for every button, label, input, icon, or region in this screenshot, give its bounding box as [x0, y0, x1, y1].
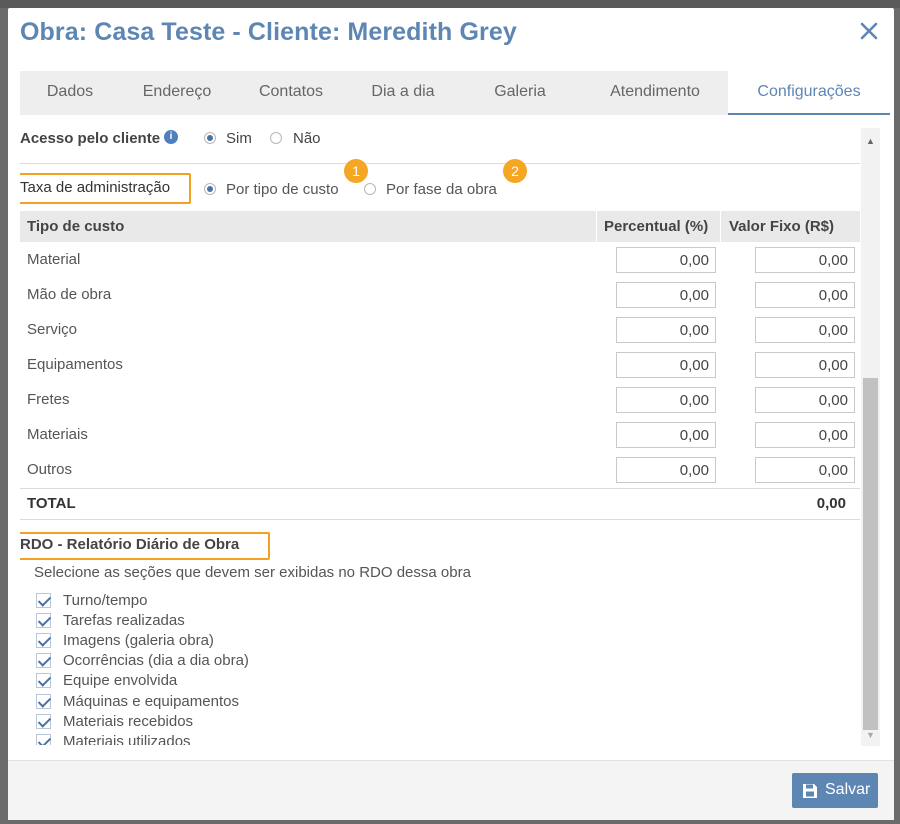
callout-badge-1: 1: [344, 159, 368, 183]
cost-type-name: Outros: [27, 461, 73, 478]
fixed-value-input[interactable]: [755, 387, 855, 413]
cost-type-name: Equipamentos: [27, 356, 123, 373]
percent-input[interactable]: [616, 282, 716, 308]
total-label: TOTAL: [27, 495, 76, 512]
fixed-value-input[interactable]: [755, 457, 855, 483]
save-button-label: Salvar: [825, 781, 871, 798]
modal-footer: Salvar: [8, 760, 894, 820]
rdo-checkbox-label: Ocorrências (dia a dia obra): [63, 652, 249, 669]
cost-type-name: Fretes: [27, 391, 70, 408]
col-cost-type: Tipo de custo: [27, 218, 125, 235]
rdo-section-subtitle: Selecione as seções que devem ser exibid…: [34, 564, 471, 581]
percent-input[interactable]: [616, 457, 716, 483]
floppy-disk-icon: [802, 783, 818, 804]
table-row: Serviço: [20, 313, 860, 348]
rdo-checkbox-label: Turno/tempo: [63, 592, 148, 609]
section-divider: [20, 163, 860, 164]
rdo-checkbox[interactable]: [36, 653, 51, 668]
tab-dados[interactable]: Dados: [20, 71, 120, 115]
scroll-down-arrow-icon[interactable]: ▼: [861, 726, 880, 744]
config-content: Acesso pelo cliente i Sim Não Taxa de ad…: [20, 123, 868, 745]
fee-by-phase-radio[interactable]: [364, 183, 376, 195]
fixed-value-input[interactable]: [755, 352, 855, 378]
total-row: TOTAL 0,00: [20, 488, 860, 520]
admin-fee-label: Taxa de administração: [20, 179, 171, 196]
tab-galeria[interactable]: Galeria: [458, 71, 582, 115]
fixed-value-input[interactable]: [755, 282, 855, 308]
rdo-checkbox[interactable]: [36, 673, 51, 688]
fixed-value-input[interactable]: [755, 247, 855, 273]
rdo-section-title: RDO - Relatório Diário de Obra: [20, 536, 240, 553]
cost-type-name: Material: [27, 251, 81, 268]
access-no-radio[interactable]: [270, 132, 282, 144]
total-value: 0,00: [816, 495, 846, 512]
col-fixed-value: Valor Fixo (R$): [729, 218, 835, 235]
table-row: Material: [20, 243, 860, 278]
col-separator: [596, 211, 597, 242]
rdo-checkbox[interactable]: [36, 694, 51, 709]
obra-modal: Obra: Casa Teste - Cliente: Meredith Gre…: [8, 8, 894, 820]
total-divider-bottom: [20, 519, 860, 520]
rdo-checkbox-label: Tarefas realizadas: [63, 612, 185, 629]
percent-input[interactable]: [616, 247, 716, 273]
access-yes-label: Sim: [226, 130, 252, 147]
rdo-checkbox-label: Materiais recebidos: [63, 713, 194, 730]
col-separator: [720, 211, 721, 242]
fixed-value-input[interactable]: [755, 422, 855, 448]
rdo-checkbox[interactable]: [36, 734, 51, 745]
percent-input[interactable]: [616, 422, 716, 448]
rdo-checkbox-label: Imagens (galeria obra): [63, 632, 214, 649]
access-yes-radio[interactable]: [204, 132, 216, 144]
rdo-checkbox-label: Máquinas e equipamentos: [63, 693, 239, 710]
table-row: Mão de obra: [20, 278, 860, 313]
table-row: Fretes: [20, 383, 860, 418]
scroll-up-arrow-icon[interactable]: ▲: [861, 132, 880, 150]
fee-by-cost-type-label: Por tipo de custo: [226, 181, 339, 198]
callout-badge-2: 2: [503, 159, 527, 183]
cost-type-name: Materiais: [27, 426, 88, 443]
content-scrollbar[interactable]: ▲ ▼: [861, 128, 880, 746]
table-row: Equipamentos: [20, 348, 860, 383]
cost-type-name: Serviço: [27, 321, 78, 338]
close-icon[interactable]: [858, 20, 880, 42]
tab-contatos[interactable]: Contatos: [234, 71, 348, 115]
scrollbar-thumb[interactable]: [863, 378, 878, 730]
save-button[interactable]: Salvar: [792, 773, 878, 808]
fee-by-phase-label: Por fase da obra: [386, 181, 497, 198]
modal-title: Obra: Casa Teste - Cliente: Meredith Gre…: [20, 18, 517, 46]
rdo-checkbox-label: Materiais utilizados: [63, 733, 191, 745]
rdo-checkbox-label: Equipe envolvida: [63, 672, 178, 689]
modal-header: Obra: Casa Teste - Cliente: Meredith Gre…: [8, 8, 894, 70]
rdo-checkbox[interactable]: [36, 593, 51, 608]
tab-endereco[interactable]: Endereço: [120, 71, 234, 115]
table-row: Materiais: [20, 418, 860, 453]
tab-dia-a-dia[interactable]: Dia a dia: [348, 71, 458, 115]
info-icon[interactable]: i: [164, 130, 178, 144]
rdo-checkbox[interactable]: [36, 633, 51, 648]
tab-atendimento[interactable]: Atendimento: [582, 71, 728, 115]
rdo-checkbox[interactable]: [36, 714, 51, 729]
client-access-row: Acesso pelo cliente i Sim Não: [20, 125, 860, 151]
client-access-label: Acesso pelo cliente: [20, 130, 161, 147]
col-percent: Percentual (%): [604, 218, 709, 235]
background-overlay: [0, 0, 900, 8]
fee-by-cost-type-radio[interactable]: [204, 183, 216, 195]
percent-input[interactable]: [616, 352, 716, 378]
rdo-checkbox[interactable]: [36, 613, 51, 628]
tab-configuracoes[interactable]: Configurações: [728, 71, 890, 115]
percent-input[interactable]: [616, 387, 716, 413]
fixed-value-input[interactable]: [755, 317, 855, 343]
percent-input[interactable]: [616, 317, 716, 343]
tab-bar: Dados Endereço Contatos Dia a dia Galeri…: [20, 71, 890, 115]
cost-type-name: Mão de obra: [27, 286, 112, 303]
access-no-label: Não: [293, 130, 321, 147]
cost-table-header: Tipo de custo Percentual (%) Valor Fixo …: [20, 211, 860, 242]
table-row: Outros: [20, 453, 860, 488]
